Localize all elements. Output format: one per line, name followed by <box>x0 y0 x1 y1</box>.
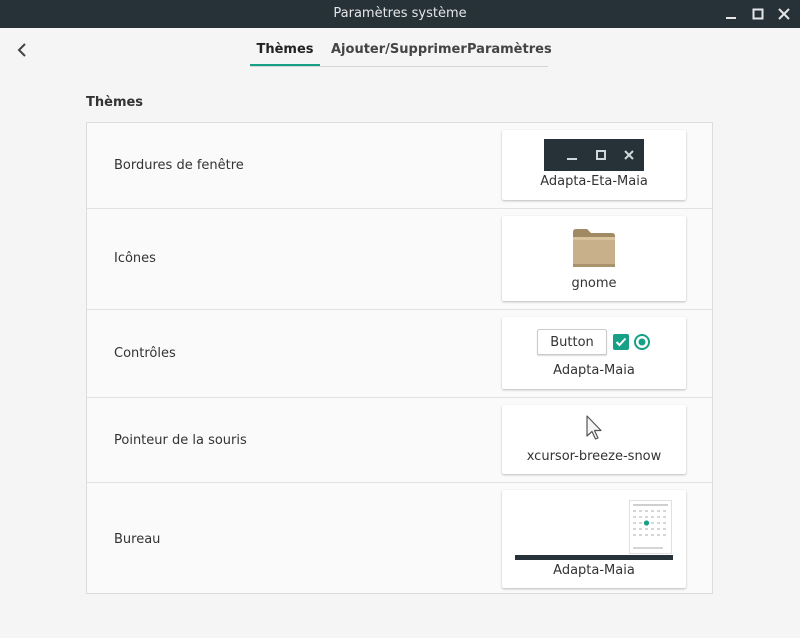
maximize-button[interactable] <box>748 4 768 24</box>
tab-add-remove[interactable]: Ajouter/Supprimer <box>331 35 467 65</box>
window-border-preview <box>544 139 644 171</box>
row-icons: Icônes gnome <box>87 209 712 310</box>
controls-theme-button[interactable]: Button Adapta-Maia <box>502 317 686 389</box>
theme-name: gnome <box>571 276 617 291</box>
tab-themes[interactable]: Thèmes <box>250 35 320 66</box>
preview-button: Button <box>537 329 607 355</box>
row-controls: Contrôles Button Adapta-Maia <box>87 310 712 398</box>
maximize-icon <box>752 8 764 20</box>
window-borders-theme-button[interactable]: Adapta-Eta-Maia <box>502 130 686 200</box>
back-button[interactable] <box>12 40 32 60</box>
row-label: Contrôles <box>114 346 176 361</box>
folder-icon <box>573 229 615 267</box>
theme-name: xcursor-breeze-snow <box>526 449 662 464</box>
row-label: Pointeur de la souris <box>114 433 247 448</box>
minimize-button[interactable] <box>721 4 741 24</box>
section-title: Thèmes <box>86 95 144 110</box>
close-button[interactable] <box>774 4 794 24</box>
row-label: Bureau <box>114 532 161 547</box>
maximize-icon <box>596 150 606 160</box>
icons-theme-button[interactable]: gnome <box>502 216 686 301</box>
tab-bar: Thèmes Ajouter/Supprimer Paramètres <box>250 35 552 67</box>
themes-list: Bordures de fenêtre Adapta-Eta-Maia Icôn… <box>86 122 713 594</box>
window-title: Paramètres système <box>333 6 467 21</box>
tab-settings[interactable]: Paramètres <box>467 35 552 65</box>
row-mouse-pointer: Pointeur de la souris xcursor-breeze-sno… <box>87 398 712 483</box>
close-icon <box>778 8 790 20</box>
cursor-arrow-icon <box>586 415 602 440</box>
chevron-left-icon <box>17 43 26 57</box>
desktop-preview <box>515 498 673 560</box>
row-label: Icônes <box>114 251 156 266</box>
desktop-theme-button[interactable]: Adapta-Maia <box>502 490 686 588</box>
calendar-preview <box>629 500 672 554</box>
minimize-icon <box>567 158 577 160</box>
row-window-borders: Bordures de fenêtre Adapta-Eta-Maia <box>87 123 712 209</box>
panel-preview <box>515 555 673 560</box>
radio-selected-icon <box>634 334 650 350</box>
cursor-theme-button[interactable]: xcursor-breeze-snow <box>502 405 686 474</box>
theme-name: Adapta-Eta-Maia <box>540 174 648 189</box>
minimize-icon <box>726 17 736 19</box>
row-desktop: Bureau Adapta-Maia <box>87 483 712 595</box>
window-titlebar[interactable]: Paramètres système <box>0 0 800 28</box>
theme-name: Adapta-Maia <box>553 563 635 578</box>
row-label: Bordures de fenêtre <box>114 158 244 173</box>
checkbox-checked-icon <box>613 334 629 350</box>
theme-name: Adapta-Maia <box>553 363 635 378</box>
close-icon <box>624 150 634 160</box>
